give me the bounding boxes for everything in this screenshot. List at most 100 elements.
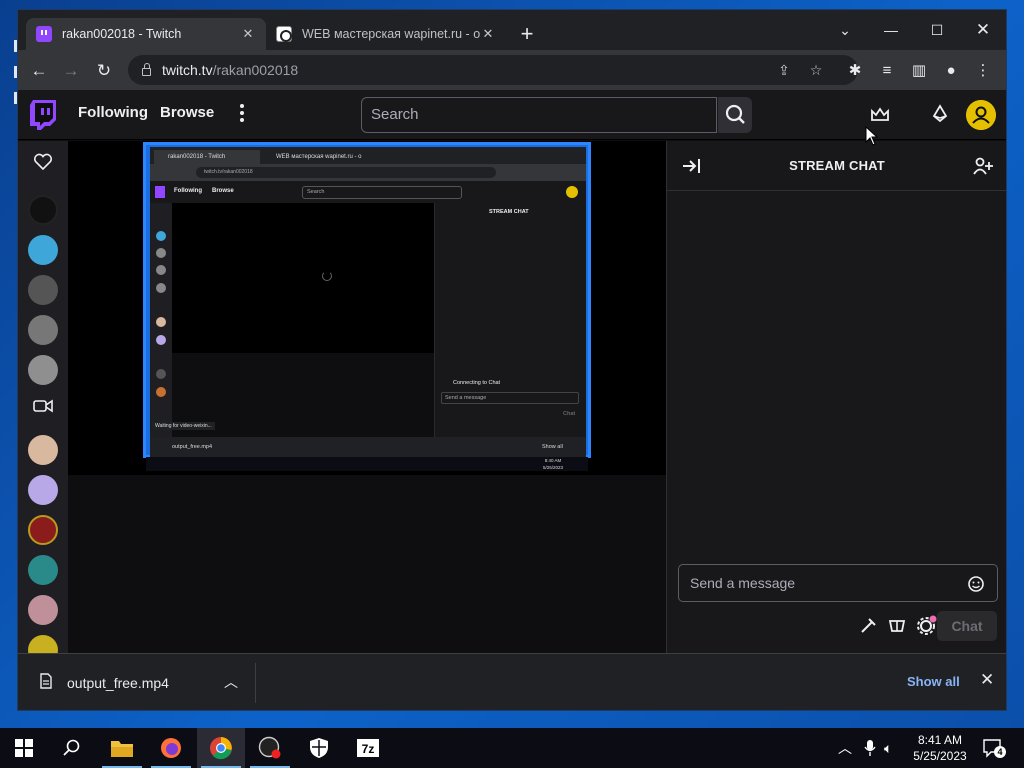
user-avatar-icon[interactable] bbox=[966, 100, 996, 130]
tray-overflow-chevron-icon[interactable]: ︿ bbox=[838, 728, 852, 768]
chat-settings-gear-icon[interactable] bbox=[915, 615, 937, 637]
close-tab-icon[interactable]: ✕ bbox=[480, 26, 496, 42]
nested-side-avatar bbox=[156, 265, 166, 275]
share-icon[interactable]: ⇪ bbox=[774, 60, 794, 80]
channel-avatar[interactable] bbox=[28, 595, 58, 625]
nested-tab: WEB мастерская wapinet.ru - o bbox=[276, 154, 362, 160]
community-users-icon[interactable] bbox=[973, 156, 993, 176]
svg-text:7z: 7z bbox=[362, 742, 375, 756]
bookmark-star-icon[interactable]: ☆ bbox=[806, 60, 826, 80]
microphone-icon[interactable] bbox=[864, 739, 876, 757]
clock-time: 8:41 AM bbox=[917, 733, 963, 747]
channel-avatar[interactable] bbox=[28, 515, 58, 545]
windows-logo-icon bbox=[15, 739, 33, 757]
profile-icon[interactable]: ● bbox=[940, 60, 962, 82]
lock-icon[interactable] bbox=[142, 63, 151, 76]
gift-icon[interactable] bbox=[886, 615, 908, 637]
divider bbox=[255, 663, 256, 703]
url-path: /rakan002018 bbox=[212, 62, 299, 78]
search-button[interactable] bbox=[718, 97, 752, 133]
side-panel-icon[interactable]: ▥ bbox=[908, 60, 930, 82]
download-filename[interactable]: output_free.mp4 bbox=[67, 675, 169, 691]
volume-icon[interactable]: 🔈︎ bbox=[884, 728, 892, 768]
channel-avatar[interactable] bbox=[28, 275, 58, 305]
channel-avatar[interactable] bbox=[28, 435, 58, 465]
windows-taskbar: 7z ︿ 🔈︎ 8:41 AM 5/25/2023 4 bbox=[0, 728, 1024, 768]
maximize-button[interactable]: ☐ bbox=[914, 14, 960, 46]
system-clock[interactable]: 8:41 AM 5/25/2023 bbox=[900, 732, 980, 764]
nested-show-all: Show all bbox=[542, 444, 563, 450]
more-menu-icon[interactable] bbox=[240, 104, 246, 124]
tab-wapinet[interactable]: WEB мастерская wapinet.ru - onl ✕ bbox=[266, 18, 506, 50]
taskbar-search-button[interactable] bbox=[48, 728, 96, 768]
channel-avatar[interactable] bbox=[28, 315, 58, 345]
forward-button[interactable]: → bbox=[58, 58, 84, 84]
chat-send-button[interactable]: Chat bbox=[937, 611, 997, 641]
tab-search-chevron-icon[interactable]: ⌄ bbox=[822, 14, 868, 46]
reload-button[interactable]: ↻ bbox=[91, 58, 117, 84]
chat-message-input[interactable]: Send a message bbox=[678, 564, 998, 602]
nested-side-avatar bbox=[156, 387, 166, 397]
nested-tab-strip: rakan002018 - Twitch WEB мастерская wapi… bbox=[150, 147, 586, 164]
chat-header: STREAM CHAT bbox=[667, 141, 1006, 191]
extensions-puzzle-icon[interactable]: ✱ bbox=[844, 60, 866, 82]
nav-browse[interactable]: Browse bbox=[160, 104, 214, 121]
nested-twitch-logo-icon bbox=[155, 186, 165, 198]
nested-side-avatar bbox=[156, 369, 166, 379]
search-input[interactable]: Search bbox=[361, 97, 717, 133]
nav-following[interactable]: Following bbox=[78, 104, 148, 121]
video-player[interactable]: rakan002018 - Twitch WEB мастерская wapi… bbox=[68, 141, 666, 475]
tab-twitch[interactable]: rakan002018 - Twitch ✕ bbox=[26, 18, 266, 50]
channel-avatar[interactable] bbox=[28, 355, 58, 385]
taskbar-7zip[interactable]: 7z bbox=[344, 728, 392, 768]
heart-icon[interactable] bbox=[33, 153, 53, 171]
channel-avatar[interactable] bbox=[28, 235, 58, 265]
bits-cheer-icon[interactable] bbox=[857, 615, 879, 637]
taskbar-file-explorer[interactable] bbox=[98, 728, 146, 768]
prime-crown-icon[interactable] bbox=[868, 103, 892, 127]
taskbar-security[interactable] bbox=[295, 728, 343, 768]
channel-avatar[interactable] bbox=[28, 195, 58, 225]
taskbar-chrome[interactable] bbox=[197, 728, 245, 768]
bits-icon[interactable] bbox=[928, 103, 952, 127]
nested-tab: rakan002018 - Twitch bbox=[154, 150, 260, 164]
video-camera-icon[interactable] bbox=[33, 399, 53, 413]
twitch-page: Following Browse Search rakan002018 - Tw… bbox=[18, 90, 1006, 665]
action-center-button[interactable]: 4 bbox=[982, 738, 1006, 758]
browser-window: rakan002018 - Twitch ✕ WEB мастерская wa… bbox=[18, 10, 1006, 710]
chrome-menu-icon[interactable]: ⋮ bbox=[972, 60, 994, 82]
nested-twitch-nav: Following Browse Search bbox=[150, 181, 586, 203]
nested-side-avatar bbox=[156, 317, 166, 327]
twitch-favicon-icon bbox=[36, 26, 52, 42]
toolbar: ← → ↻ twitch.tv/rakan002018 ⇪ ☆ ✱ ≡ ▥ ● … bbox=[18, 50, 1006, 90]
taskbar-firefox[interactable] bbox=[147, 728, 195, 768]
chevron-up-icon[interactable]: ︿ bbox=[224, 672, 238, 692]
twitch-logo-icon[interactable] bbox=[30, 100, 56, 130]
twitch-top-nav: Following Browse Search bbox=[18, 90, 1006, 140]
nested-following: Following bbox=[174, 188, 202, 194]
close-tab-icon[interactable]: ✕ bbox=[240, 26, 256, 42]
nested-download-file: output_free.mp4 bbox=[172, 444, 213, 450]
close-window-button[interactable]: ✕ bbox=[960, 14, 1006, 46]
nested-loading-spinner bbox=[322, 271, 332, 281]
media-queue-icon[interactable]: ≡ bbox=[876, 60, 898, 82]
search-icon bbox=[725, 104, 745, 124]
channel-avatar[interactable] bbox=[28, 555, 58, 585]
download-shelf: output_free.mp4 ︿ Show all ✕ bbox=[18, 653, 1006, 710]
chat-title: STREAM CHAT bbox=[789, 158, 885, 173]
nested-side-nav bbox=[150, 203, 172, 437]
minimize-button[interactable]: — bbox=[868, 14, 914, 46]
close-shelf-icon[interactable]: ✕ bbox=[980, 670, 994, 690]
back-button[interactable]: ← bbox=[26, 58, 52, 84]
channel-avatar[interactable] bbox=[28, 475, 58, 505]
nested-stream-screenshot: rakan002018 - Twitch WEB мастерская wapi… bbox=[143, 142, 591, 471]
show-all-button[interactable]: Show all bbox=[907, 674, 960, 689]
new-tab-button[interactable]: + bbox=[516, 23, 538, 45]
emote-picker-icon[interactable] bbox=[967, 575, 985, 593]
address-bar[interactable]: twitch.tv/rakan002018 ⇪ ☆ bbox=[128, 55, 858, 85]
nested-side-avatar bbox=[156, 248, 166, 258]
taskbar-obs[interactable] bbox=[246, 728, 294, 768]
nested-side-avatar bbox=[156, 283, 166, 293]
start-button[interactable] bbox=[0, 728, 48, 768]
nested-time: 8:40 AM bbox=[544, 458, 562, 463]
